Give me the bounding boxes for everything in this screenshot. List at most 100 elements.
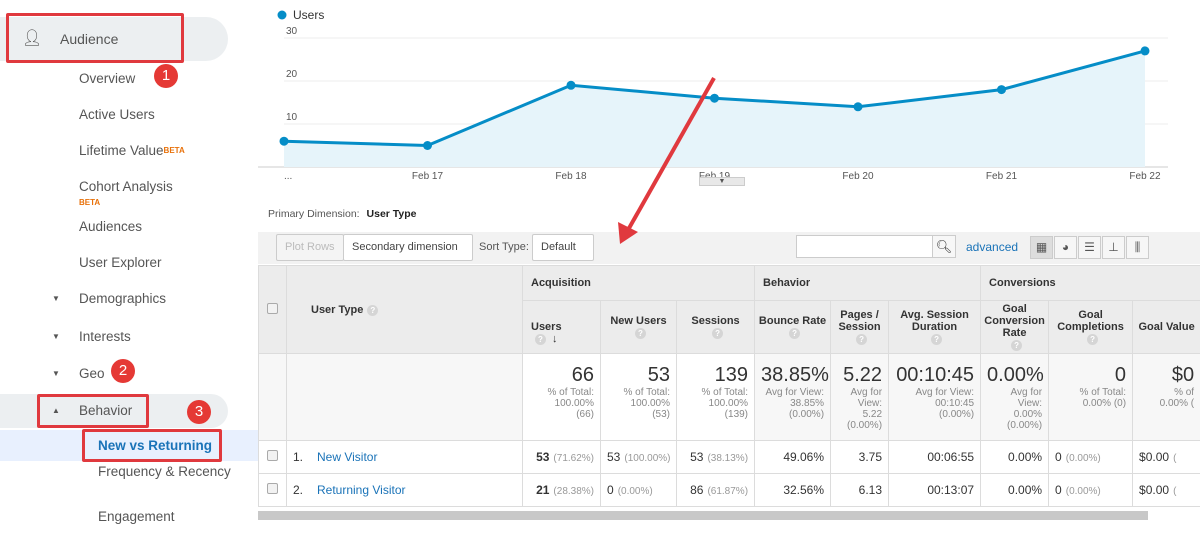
total-subtext: % of bbox=[1139, 387, 1194, 398]
sort-type-label: Sort Type: bbox=[479, 241, 529, 253]
row-checkbox[interactable] bbox=[267, 450, 278, 461]
x-tick-label: Feb 22 bbox=[1129, 171, 1161, 182]
sidebar-item-label: Cohort AnalysisBETA bbox=[79, 179, 173, 211]
column-header-label: Goal Completions bbox=[1057, 309, 1124, 333]
total-subtext: 0.00% ( bbox=[1139, 398, 1194, 409]
metric-percent: (28.38%) bbox=[553, 486, 594, 497]
metric-cell: 53(38.13%) bbox=[677, 441, 755, 474]
x-tick-label: ... bbox=[284, 171, 292, 182]
total-subtext: % of Total: bbox=[1055, 387, 1126, 398]
help-icon: ? bbox=[1011, 340, 1022, 351]
total-value: 0 bbox=[1055, 364, 1126, 387]
select-all-cell bbox=[259, 266, 287, 354]
select-all-checkbox[interactable] bbox=[267, 303, 278, 314]
plot-rows-button[interactable]: Plot Rows bbox=[276, 234, 344, 261]
total-subtext: (0.00%) bbox=[987, 420, 1042, 431]
sidebar-item-overview[interactable]: Overview bbox=[0, 62, 258, 96]
horizontal-scrollbar[interactable] bbox=[258, 511, 1148, 520]
primary-dimension-user-type[interactable]: User Type bbox=[367, 208, 417, 220]
x-tick-label: Feb 17 bbox=[412, 171, 444, 182]
search-button[interactable]: 🔍︎ bbox=[932, 235, 956, 258]
dimension-header[interactable]: User Type? bbox=[287, 266, 523, 354]
annotation-box bbox=[82, 429, 222, 462]
pivot-view-button[interactable]: ⫼ bbox=[1126, 236, 1149, 259]
sidebar-item-frequency-recency[interactable]: Frequency & Recency bbox=[0, 464, 258, 500]
area-fill bbox=[284, 51, 1145, 167]
column-header[interactable]: Avg. Session Duration? bbox=[889, 301, 981, 354]
sidebar-item-user-explorer[interactable]: User Explorer bbox=[0, 246, 258, 280]
sort-type-dropdown[interactable]: Default ▼ bbox=[532, 234, 594, 261]
total-cell: 0% of Total:0.00% (0) bbox=[1049, 354, 1133, 441]
data-point bbox=[854, 102, 863, 111]
sidebar-item-label: Frequency & Recency bbox=[98, 464, 231, 480]
metric-value: 86 bbox=[690, 483, 703, 497]
column-header[interactable]: Users?↓ bbox=[523, 301, 601, 354]
performance-view-button[interactable]: ☰ bbox=[1078, 236, 1101, 259]
total-subtext: 100.00% bbox=[607, 398, 670, 409]
annotation-box bbox=[6, 13, 184, 63]
group-acquisition: Acquisition bbox=[523, 266, 755, 301]
triangle-down-icon: ▼ bbox=[52, 357, 60, 391]
total-cell: 00:10:45Avg for View:00:10:45(0.00%) bbox=[889, 354, 981, 441]
dimension-cell: 1.New Visitor bbox=[287, 441, 523, 474]
metric-value: 6.13 bbox=[859, 483, 882, 497]
metric-percent: (71.62%) bbox=[553, 453, 594, 464]
total-value: 00:10:45 bbox=[895, 364, 974, 387]
sidebar-item-demographics[interactable]: ▼Demographics bbox=[0, 282, 258, 316]
sidebar-item-engagement[interactable]: Engagement bbox=[0, 500, 258, 534]
column-header[interactable]: Goal Completions? bbox=[1049, 301, 1133, 354]
metric-cell: 49.06% bbox=[755, 441, 831, 474]
total-subtext: 38.85% bbox=[761, 398, 824, 409]
column-header[interactable]: Sessions? bbox=[677, 301, 755, 354]
sidebar-item-lifetime-value[interactable]: Lifetime ValueBETA bbox=[0, 134, 258, 168]
total-subtext: Avg for View: bbox=[895, 387, 974, 398]
metric-value: 53 bbox=[690, 450, 703, 464]
secondary-dimension-dropdown[interactable]: Secondary dimension ▼ bbox=[343, 234, 473, 261]
table-view-button[interactable]: ▦ bbox=[1030, 236, 1053, 259]
column-header[interactable]: New Users? bbox=[601, 301, 677, 354]
triangle-down-icon: ▼ bbox=[52, 282, 60, 316]
column-header[interactable]: Pages / Session? bbox=[831, 301, 889, 354]
sidebar-item-cohort-analysis[interactable]: Cohort AnalysisBETA bbox=[0, 170, 258, 204]
metric-value: 00:06:55 bbox=[927, 450, 974, 464]
advanced-link[interactable]: advanced bbox=[966, 240, 1018, 254]
chart-collapse-handle[interactable]: ▼ bbox=[699, 177, 745, 186]
sidebar-item-label: User Explorer bbox=[79, 246, 162, 280]
users-chart: 102030...Feb 17Feb 18Feb 19Feb 20Feb 21F… bbox=[258, 0, 1200, 200]
dimension-link[interactable]: New Visitor bbox=[317, 450, 377, 464]
metric-cell: 6.13 bbox=[831, 474, 889, 507]
metric-value: 53 bbox=[536, 450, 549, 464]
data-point bbox=[423, 141, 432, 150]
search-icon: 🔍︎ bbox=[936, 239, 953, 254]
metric-cell: 0.00% bbox=[981, 441, 1049, 474]
column-header[interactable]: Goal Conversion Rate? bbox=[981, 301, 1049, 354]
help-icon: ? bbox=[789, 328, 800, 339]
y-tick-label: 20 bbox=[286, 69, 298, 80]
metric-value: $0.00 bbox=[1139, 450, 1169, 464]
dimension-link[interactable]: Returning Visitor bbox=[317, 483, 406, 497]
table-toolbar: Plot Rows Secondary dimension ▼ Sort Typ… bbox=[258, 232, 1200, 264]
sidebar-item-interests[interactable]: ▼Interests bbox=[0, 320, 258, 354]
column-header[interactable]: Bounce Rate? bbox=[755, 301, 831, 354]
column-header-label: Goal Value bbox=[1138, 321, 1194, 333]
total-subtext: 0.00% bbox=[987, 409, 1042, 420]
help-icon: ? bbox=[535, 334, 546, 345]
group-behavior: Behavior bbox=[755, 266, 981, 301]
dimension-cell: 2.Returning Visitor bbox=[287, 474, 523, 507]
column-header[interactable]: Goal Value bbox=[1133, 301, 1200, 354]
metric-percent: (61.87%) bbox=[707, 486, 748, 497]
row-checkbox[interactable] bbox=[267, 483, 278, 494]
table-search-input[interactable] bbox=[796, 235, 933, 258]
metric-cell: 0(0.00%) bbox=[601, 474, 677, 507]
metric-value: 0 bbox=[1055, 483, 1062, 497]
sidebar-item-audiences[interactable]: Audiences bbox=[0, 210, 258, 244]
triangle-down-icon: ▼ bbox=[52, 320, 60, 354]
metric-cell: 00:13:07 bbox=[889, 474, 981, 507]
total-subtext: (53) bbox=[607, 409, 670, 420]
sidebar-item-active-users[interactable]: Active Users bbox=[0, 98, 258, 132]
pie-view-button[interactable]: ◕ bbox=[1054, 236, 1077, 259]
bar-list-icon: ☰ bbox=[1084, 240, 1095, 254]
group-conversions: Conversions bbox=[981, 266, 1200, 301]
comparison-view-button[interactable]: ⊥ bbox=[1102, 236, 1125, 259]
table-row: 2.Returning Visitor21(28.38%)0(0.00%)86(… bbox=[259, 474, 1200, 507]
